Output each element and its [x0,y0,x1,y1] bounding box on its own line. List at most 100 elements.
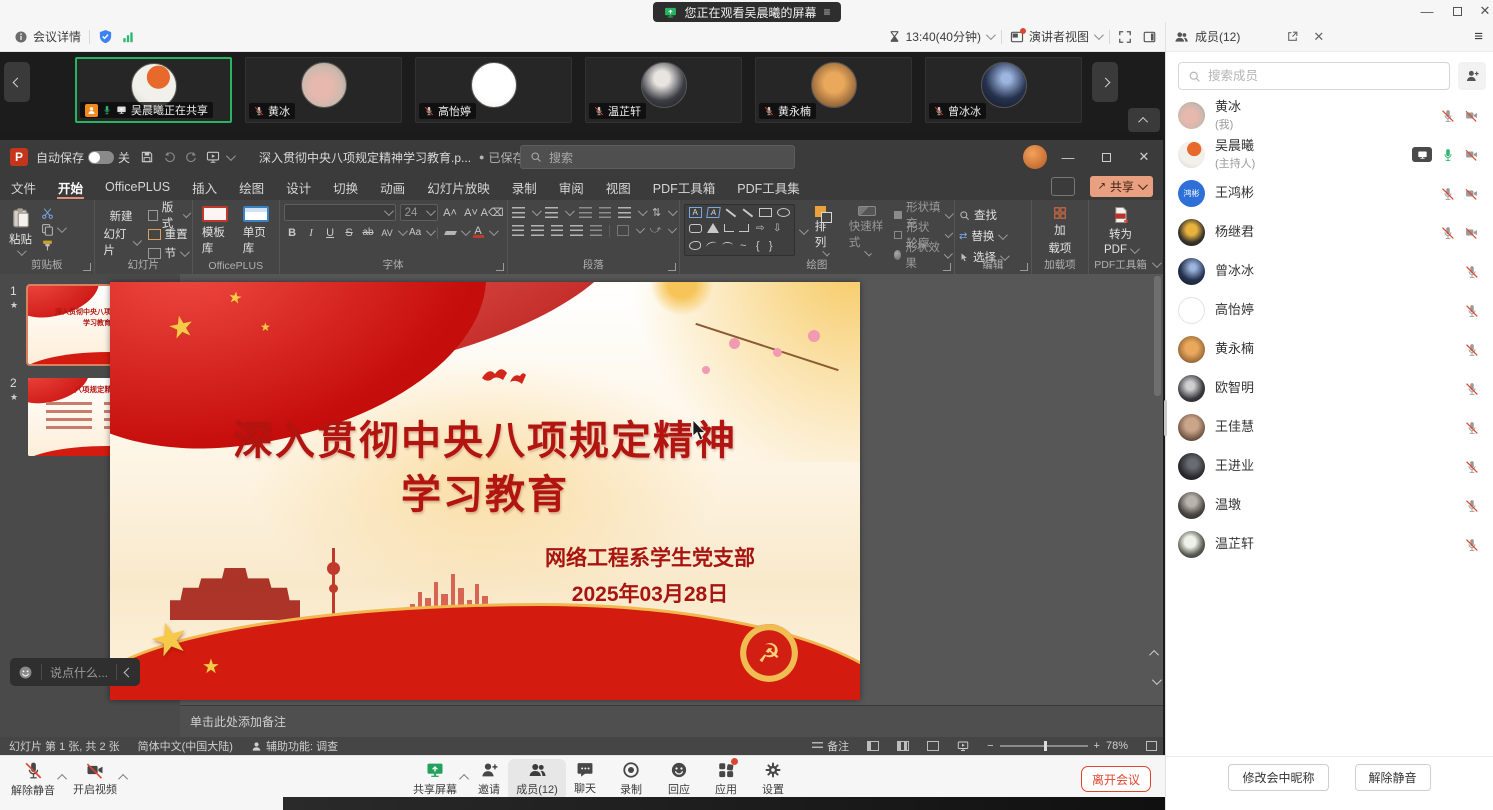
tab-review[interactable]: 审阅 [548,174,595,200]
chat-input-placeholder[interactable]: 说点什么... [50,664,108,681]
align-center-button[interactable] [531,225,544,236]
strip-collapse-button[interactable] [1128,108,1160,132]
zoom-in-button[interactable]: + [1094,740,1100,752]
font-size-combo[interactable]: 24 [400,204,438,221]
normal-view-button[interactable] [858,737,888,755]
char-spacing-button[interactable]: AV [379,225,396,240]
layout-button[interactable]: 版式 [148,207,188,223]
member-row[interactable]: 高怡婷 [1166,291,1493,330]
align-text-button[interactable] [617,225,629,236]
ppt-restore-button[interactable] [1087,140,1125,174]
network-quality-button[interactable] [121,22,143,51]
slide-canvas[interactable]: ★ ★ ★ 深入贯彻中央八项规定精神 学习教育 网络工程系学生党支部 2025年… [110,282,860,700]
decrease-indent-button[interactable] [579,207,592,218]
tab-slideshow[interactable]: 幻灯片放映 [416,174,501,200]
replace-button[interactable]: ⇄替换 [959,228,1007,244]
justify-button[interactable] [570,225,583,236]
member-search-box[interactable] [1178,62,1450,90]
highlight-color-button[interactable] [442,225,459,240]
font-name-combo[interactable] [284,204,396,221]
accessibility-button[interactable]: 辅助功能: 调查 [242,737,347,755]
account-avatar[interactable] [1023,145,1047,169]
zoom-slider[interactable] [1000,745,1088,747]
slide-subtitle-date[interactable]: 2025年03月28日 [540,578,760,608]
underline-button[interactable]: U [322,225,339,240]
unmute-button[interactable]: 解除静音 [4,761,62,798]
line-spacing-button[interactable] [618,207,631,218]
page-library-button[interactable]: 单页库 [238,204,275,258]
grow-font-button[interactable]: A˄ [442,205,459,220]
ppt-minimize-button[interactable]: — [1049,140,1087,174]
video-tile[interactable]: 黄冰 [245,57,402,123]
comments-button[interactable] [1051,177,1075,196]
video-options-chevron[interactable] [121,768,128,786]
banner-menu-icon[interactable]: ≡ [824,5,831,19]
addins-button[interactable]: 加 载项 [1043,204,1076,258]
member-row[interactable]: 温芷轩 [1166,525,1493,564]
leave-meeting-button[interactable]: 离开会议 [1081,766,1151,792]
window-close-button[interactable]: ✕ [1476,2,1493,20]
zoom-control[interactable]: − + 78% [978,737,1137,755]
align-left-button[interactable] [512,225,525,236]
bullets-button[interactable] [512,207,525,218]
tab-insert[interactable]: 插入 [181,174,228,200]
smartart-button[interactable]: ⤻ [650,224,662,237]
member-row[interactable]: 杨继君 [1166,213,1493,252]
tab-transitions[interactable]: 切换 [322,174,369,200]
strip-prev-button[interactable] [4,62,30,102]
numbering-button[interactable] [545,207,558,218]
font-color-button[interactable]: A [470,225,487,240]
member-row[interactable]: 吴晨曦(主持人) [1166,135,1493,174]
dialog-launcher-icon[interactable] [1020,263,1028,271]
add-member-button[interactable] [1458,62,1486,90]
video-tile[interactable]: 高怡婷 [415,57,572,123]
video-tile[interactable]: 曾冰冰 [925,57,1082,123]
clear-format-button[interactable]: A⌫ [484,205,501,220]
strikethrough-button[interactable]: S [341,225,358,240]
settings-button[interactable]: 设置 [744,761,802,797]
panel-unmute-button[interactable]: 解除静音 [1355,764,1431,791]
close-panel-icon[interactable]: ✕ [1313,29,1324,45]
notes-pane[interactable]: 单击此处添加备注 [180,705,1163,737]
ppt-search-box[interactable]: 搜索 [520,145,795,169]
meeting-timer-button[interactable]: 13:40(40分钟) [880,22,1001,51]
strike-ab-button[interactable]: ab [360,225,377,240]
tab-draw[interactable]: 绘图 [228,174,275,200]
member-row[interactable]: 王进业 [1166,447,1493,486]
undo-button[interactable] [158,147,180,167]
quick-styles-button[interactable]: 快速样式 [844,204,890,258]
member-list-scrollbar[interactable] [1164,400,1167,436]
ppt-close-button[interactable]: ✕ [1125,140,1163,174]
paste-button[interactable]: 粘贴 [4,204,37,258]
autosave-toggle[interactable] [88,151,114,164]
member-row[interactable]: 欧智明 [1166,369,1493,408]
video-tile-presenter[interactable]: 吴晨曦正在共享 [75,57,232,123]
tab-view[interactable]: 视图 [595,174,642,200]
dialog-launcher-icon[interactable] [83,263,91,271]
member-row[interactable]: 温墩 [1166,486,1493,525]
tab-record[interactable]: 录制 [501,174,548,200]
save-button[interactable] [136,147,158,167]
panel-menu-icon[interactable]: ≡ [1474,28,1483,45]
dialog-launcher-icon[interactable] [496,263,504,271]
zoom-out-button[interactable]: − [987,740,993,752]
notes-toggle-button[interactable]: 备注 [803,737,858,755]
find-button[interactable]: 查找 [959,207,1007,223]
share-button[interactable]: ↗共享 [1090,176,1153,197]
shape-gallery[interactable]: AA ⇨⇩ ~{} [684,204,795,256]
tab-animations[interactable]: 动画 [369,174,416,200]
meeting-details-button[interactable]: 会议详情 [6,22,89,51]
new-slide-button[interactable]: 新建 幻灯片 [99,204,144,258]
next-slide-button[interactable] [1147,670,1163,692]
rename-button[interactable]: 修改会中昵称 [1228,764,1328,791]
ribbon-collapse-button[interactable] [1152,200,1163,274]
slideshow-view-button[interactable] [948,737,978,755]
slide-title-line2[interactable]: 学习教育 [110,462,860,520]
window-minimize-button[interactable]: — [1418,2,1436,20]
dialog-launcher-icon[interactable] [943,263,951,271]
fit-slide-button[interactable] [1137,737,1163,755]
language-button[interactable]: 简体中文(中国大陆) [129,737,242,755]
emoji-icon[interactable] [18,665,33,680]
chat-quick-bar[interactable]: 说点什么... [10,658,140,686]
start-video-button[interactable]: 开启视频 [66,761,124,797]
